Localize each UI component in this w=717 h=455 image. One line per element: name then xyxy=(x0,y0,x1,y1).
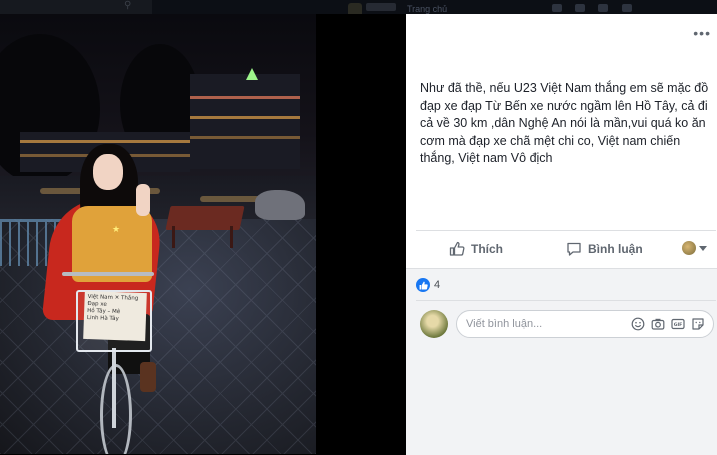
green-light xyxy=(246,68,258,80)
person-arm xyxy=(136,184,150,216)
sticker-icon[interactable] xyxy=(691,317,705,331)
reaction-count: 4 xyxy=(434,279,441,291)
person-face xyxy=(93,154,123,190)
notifications-icon[interactable] xyxy=(598,4,608,12)
comment-button-label: Bình luận xyxy=(588,242,643,256)
react-as-selector[interactable] xyxy=(682,241,707,255)
photo-letterbox xyxy=(316,14,406,454)
camera-icon[interactable] xyxy=(651,317,665,331)
post-caption: Như đã thề, nếu U23 Việt Nam thắng em sẽ… xyxy=(420,81,709,165)
lakeside-building xyxy=(190,74,300,169)
speech-bubble-icon xyxy=(566,241,582,257)
bicycle-handlebar xyxy=(62,272,154,276)
comment-input-placeholder: Viết bình luận... xyxy=(466,318,543,330)
comments-section xyxy=(406,268,717,455)
top-navigation-bar: ⚲ Trang chủ xyxy=(0,0,717,14)
handwritten-sign: Việt Nam ✕ Thắng Đạp xe Hồ Tây – Mê Linh… xyxy=(83,290,147,342)
person-jacket xyxy=(72,206,152,282)
like-reaction-icon xyxy=(416,278,430,292)
friend-requests-icon[interactable] xyxy=(552,4,562,12)
comment-button[interactable]: Bình luận xyxy=(566,240,643,258)
chevron-down-icon xyxy=(699,245,707,251)
thumbs-up-icon xyxy=(449,241,465,257)
ellipsis-icon[interactable]: ••• xyxy=(693,26,711,40)
like-button-label: Thích xyxy=(471,242,503,256)
comment-input[interactable]: Viết bình luận... GIF xyxy=(456,310,714,338)
like-button[interactable]: Thích xyxy=(449,240,503,258)
profile-name[interactable] xyxy=(366,3,396,11)
search-icon[interactable]: ⚲ xyxy=(124,1,134,11)
svg-text:GIF: GIF xyxy=(674,322,683,328)
avatar[interactable] xyxy=(348,3,362,14)
gif-icon[interactable]: GIF xyxy=(671,317,685,331)
divider xyxy=(416,300,716,301)
person-boot xyxy=(140,362,156,392)
avatar xyxy=(420,310,448,338)
emoji-icon[interactable] xyxy=(631,317,645,331)
comment-tools: GIF xyxy=(631,317,705,331)
post-photo[interactable]: ★ Việt Nam ✕ Thắng Đạp xe Hồ Tây – Mê Li… xyxy=(0,14,316,454)
home-link[interactable]: Trang chủ xyxy=(407,4,447,14)
help-icon[interactable] xyxy=(622,4,632,12)
reaction-summary[interactable]: 4 xyxy=(416,278,440,292)
search-input[interactable]: ⚲ xyxy=(0,0,152,14)
avatar xyxy=(682,241,696,255)
divider xyxy=(416,230,716,231)
rock xyxy=(255,190,305,220)
post-details-panel: ••• Như đã thề, nếu U23 Việt Nam thắng e… xyxy=(406,14,717,455)
messages-icon[interactable] xyxy=(575,4,585,12)
star-icon: ★ xyxy=(112,224,121,234)
bicycle-fork xyxy=(112,348,116,428)
